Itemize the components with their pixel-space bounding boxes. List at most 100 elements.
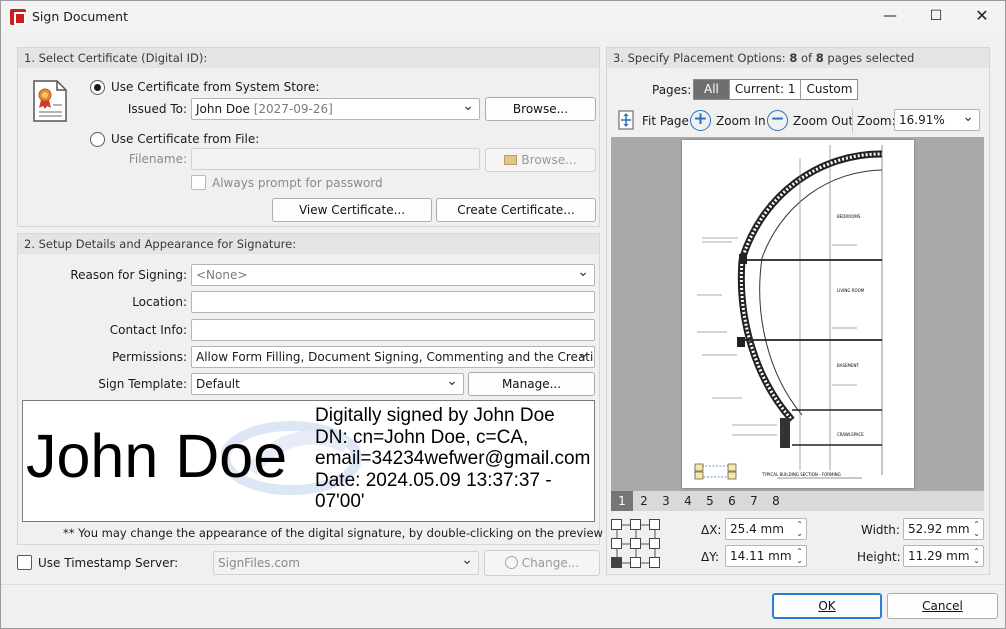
drawing-title: TYPICAL BUILDING SECTION - FORMING [761, 472, 841, 477]
anchor-middle-left[interactable] [611, 538, 622, 549]
page-tab[interactable]: 6 [721, 491, 743, 511]
page-tab[interactable]: 1 [611, 491, 633, 511]
anchor-center[interactable] [630, 538, 641, 549]
minimize-button[interactable]: — [867, 1, 913, 33]
sign-template-label: Sign Template: [98, 377, 187, 391]
reason-label: Reason for Signing: [70, 268, 187, 282]
permissions-value: Allow Form Filling, Document Signing, Co… [196, 350, 595, 364]
fit-page-button[interactable]: Fit Page [642, 114, 689, 128]
spinner-arrows-icon[interactable]: ⌃ ⌄ [796, 547, 803, 565]
signature-line: Date: 2024.05.09 13:37:37 - [315, 469, 552, 491]
zoom-label: Zoom: [857, 114, 896, 128]
basement-label: BASEMENT [837, 363, 860, 368]
system-store-radio[interactable] [90, 80, 105, 95]
permissions-select[interactable]: Allow Form Filling, Document Signing, Co… [191, 346, 595, 368]
folder-icon [504, 155, 518, 165]
page-tab[interactable]: 4 [677, 491, 699, 511]
toolbar-divider [852, 109, 853, 133]
title-bar: Sign Document — ☐ ✕ [1, 1, 1005, 33]
zoom-out-icon[interactable]: − [767, 110, 788, 131]
contact-input[interactable] [191, 319, 595, 341]
reason-select[interactable]: <None> [191, 264, 595, 286]
system-store-label: Use Certificate from System Store: [111, 80, 320, 94]
page-tab[interactable]: 2 [633, 491, 655, 511]
view-certificate-button[interactable]: View Certificate... [272, 198, 432, 222]
crawlspace-label: CRAWLSPACE [837, 432, 864, 437]
permissions-label: Permissions: [111, 350, 187, 364]
create-certificate-button[interactable]: Create Certificate... [436, 198, 596, 222]
height-spinner[interactable]: 11.29 mm ⌃ ⌄ [903, 545, 984, 567]
location-label: Location: [132, 295, 187, 309]
dx-value: 25.4 mm [730, 522, 784, 536]
issued-to-select[interactable]: John Doe [2027-09-26] [191, 98, 480, 120]
browse-file-button[interactable]: Browse... [485, 148, 596, 172]
pages-all-option[interactable]: All [694, 80, 730, 99]
placement-title-suffix: pages selected [823, 51, 915, 65]
issued-to-date: [2027-09-26] [253, 102, 333, 116]
footer-divider [1, 584, 1005, 585]
timestamp-server-select[interactable]: SignFiles.com [213, 551, 479, 575]
cancel-button[interactable]: Cancel [887, 593, 998, 619]
always-prompt-label: Always prompt for password [212, 176, 383, 190]
change-timestamp-button[interactable]: Change... [484, 550, 600, 576]
manage-templates-button[interactable]: Manage... [468, 372, 595, 396]
close-button[interactable]: ✕ [959, 1, 1005, 33]
page-tab[interactable]: 5 [699, 491, 721, 511]
spinner-arrows-icon[interactable]: ⌃ ⌄ [796, 520, 803, 538]
placement-of-text: of [797, 51, 816, 65]
sign-document-dialog: Sign Document — ☐ ✕ 1. Select Certificat… [0, 0, 1006, 629]
pages-custom-option[interactable]: Custom [801, 80, 858, 99]
zoom-in-button[interactable]: Zoom In [716, 114, 766, 128]
anchor-middle-right[interactable] [649, 538, 660, 549]
page-tabs: 1 2 3 4 5 6 7 8 [611, 491, 787, 511]
spinner-arrows-icon[interactable]: ⌃ ⌄ [973, 520, 980, 538]
width-label: Width: [861, 523, 900, 537]
certificate-icon [33, 80, 67, 122]
placement-title-prefix: 3. Specify Placement Options: [613, 51, 790, 65]
dy-label: ΔY: [701, 550, 719, 564]
contact-label: Contact Info: [109, 323, 187, 337]
page-thumbnail[interactable]: BEDROOMS LIVING ROOM BASEMENT CRAWLSPACE… [682, 140, 914, 488]
pages-toggle: All Current: 1 Custom [693, 79, 859, 100]
anchor-position-grid[interactable] [611, 519, 661, 569]
ok-button[interactable]: OK [772, 593, 882, 619]
signature-line: 07'00' [315, 491, 365, 512]
page-tab[interactable]: 3 [655, 491, 677, 511]
filename-input[interactable] [191, 148, 480, 170]
anchor-top-center[interactable] [630, 519, 641, 530]
anchor-bottom-center[interactable] [630, 557, 641, 568]
zoom-select[interactable]: 16.91% [894, 109, 980, 131]
dy-spinner[interactable]: 14.11 mm ⌃ ⌄ [725, 545, 807, 567]
bedrooms-label: BEDROOMS [837, 214, 861, 219]
appearance-hint: ** You may change the appearance of the … [63, 526, 646, 540]
signature-preview[interactable]: John Doe Digitally signed by John Doe DN… [22, 400, 595, 522]
sign-template-select[interactable]: Default [191, 373, 464, 395]
issued-to-name: John Doe [196, 102, 250, 116]
location-input[interactable] [191, 291, 595, 313]
browse-file-label: Browse... [521, 153, 577, 167]
always-prompt-checkbox[interactable] [191, 175, 206, 190]
spinner-arrows-icon[interactable]: ⌃ ⌄ [973, 547, 980, 565]
page-tab[interactable]: 7 [743, 491, 765, 511]
page-tabs-filler [787, 491, 984, 511]
zoom-out-button[interactable]: Zoom Out [793, 114, 853, 128]
timestamp-checkbox[interactable] [17, 555, 32, 570]
zoom-value: 16.91% [899, 113, 945, 127]
dx-spinner[interactable]: 25.4 mm ⌃ ⌄ [725, 518, 807, 540]
pages-current-option[interactable]: Current: 1 [729, 80, 802, 99]
living-room-label: LIVING ROOM [837, 288, 865, 293]
file-certificate-radio[interactable] [90, 132, 105, 147]
fit-page-icon[interactable] [616, 109, 638, 131]
pdf-editor-icon [10, 9, 26, 25]
page-tab[interactable]: 8 [765, 491, 787, 511]
zoom-in-icon[interactable]: + [690, 110, 711, 131]
anchor-bottom-right[interactable] [649, 557, 660, 568]
anchor-bottom-left[interactable] [611, 557, 622, 568]
anchor-top-left[interactable] [611, 519, 622, 530]
signature-details: Digitally signed by John Doe DN: cn=John… [315, 405, 590, 513]
certificate-section-title: 1. Select Certificate (Digital ID): [18, 48, 599, 68]
anchor-top-right[interactable] [649, 519, 660, 530]
width-spinner[interactable]: 52.92 mm ⌃ ⌄ [903, 518, 984, 540]
maximize-button[interactable]: ☐ [913, 1, 959, 33]
browse-system-button[interactable]: Browse... [485, 97, 596, 121]
